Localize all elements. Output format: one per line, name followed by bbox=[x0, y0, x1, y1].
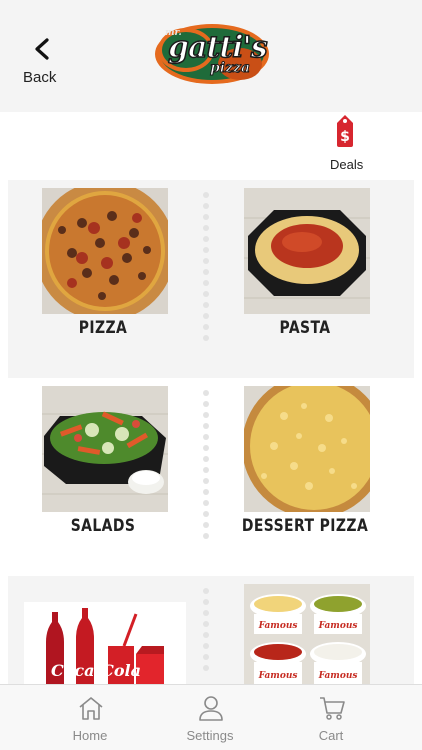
menu-item-label: PASTA bbox=[279, 318, 331, 338]
svg-text:Famous: Famous bbox=[258, 671, 298, 681]
back-button[interactable]: Back bbox=[18, 32, 64, 88]
menu-item-sauces[interactable]: Famous Famous Famous Famous bbox=[220, 576, 390, 686]
tab-home[interactable]: Home bbox=[45, 685, 135, 750]
dessert-pizza-image bbox=[244, 386, 370, 512]
app-header: Back mr. gatti's pizza bbox=[0, 0, 422, 112]
tab-settings[interactable]: Settings bbox=[165, 685, 255, 750]
menu-item-pizza[interactable]: PIZZA bbox=[18, 180, 188, 378]
tab-settings-label: Settings bbox=[186, 728, 234, 743]
price-tag-dollar-icon: $ bbox=[337, 115, 353, 147]
menu-item-label: PIZZA bbox=[78, 318, 128, 338]
divider-dots bbox=[203, 588, 209, 676]
pasta-image bbox=[244, 188, 370, 314]
pizza-image bbox=[42, 188, 168, 314]
menu-item-drinks[interactable]: Coca-Cola bbox=[8, 576, 186, 686]
menu-row-3: Coca-Cola Famous Famous Famous Famous bbox=[8, 576, 414, 686]
svg-text:Famous: Famous bbox=[258, 621, 298, 631]
sauces-image: Famous Famous Famous Famous bbox=[244, 584, 370, 686]
brand-logo: mr. gatti's pizza bbox=[152, 20, 270, 88]
chevron-left-icon bbox=[35, 38, 49, 60]
logo-sub-text: pizza bbox=[209, 60, 251, 77]
salad-image bbox=[42, 386, 168, 512]
home-icon bbox=[79, 697, 103, 720]
svg-text:Famous: Famous bbox=[318, 621, 358, 631]
menu-row-1: PIZZA PASTA bbox=[8, 180, 414, 378]
deals-label: Deals bbox=[330, 157, 364, 172]
menu-item-label: SALADS bbox=[70, 516, 136, 536]
deals-button[interactable]: $ Deals bbox=[322, 114, 368, 176]
svg-text:$: $ bbox=[340, 129, 350, 145]
menu-item-salads[interactable]: SALADS bbox=[18, 378, 188, 574]
svg-text:Famous: Famous bbox=[318, 671, 358, 681]
tab-home-label: Home bbox=[72, 728, 108, 743]
tab-cart[interactable]: Cart bbox=[286, 685, 376, 750]
back-label: Back bbox=[23, 69, 57, 86]
svg-text:Coca-Cola: Coca-Cola bbox=[51, 661, 141, 680]
tab-cart-label: Cart bbox=[318, 728, 344, 743]
person-icon bbox=[199, 696, 223, 721]
menu-item-dessert-pizza[interactable]: DESSERT PIZZA bbox=[220, 378, 390, 574]
menu-item-pasta[interactable]: PASTA bbox=[220, 180, 390, 378]
bottom-tab-bar: Home Settings Cart bbox=[0, 684, 422, 750]
menu-item-label: DESSERT PIZZA bbox=[241, 516, 369, 536]
drinks-image: Coca-Cola bbox=[24, 602, 186, 686]
menu-row-2: SALADS DESSERT PIZZA bbox=[8, 378, 414, 574]
divider-dots bbox=[203, 390, 209, 544]
divider-dots bbox=[203, 192, 209, 346]
cart-icon bbox=[320, 697, 345, 720]
